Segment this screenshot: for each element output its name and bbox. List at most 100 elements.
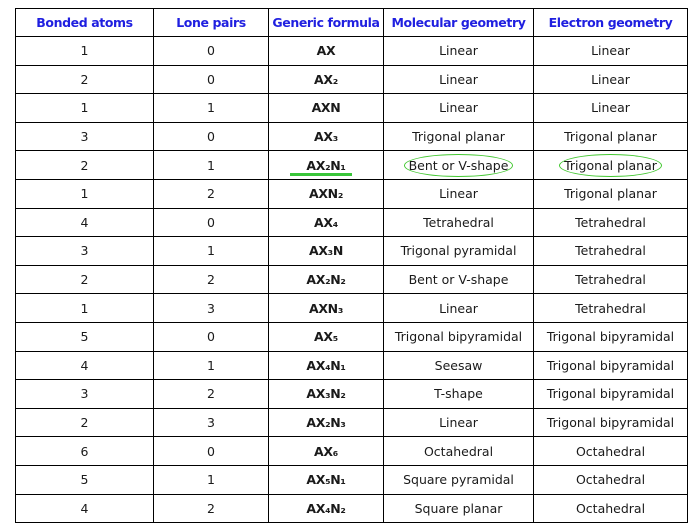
molecular-geometry-cell: Seesaw <box>383 350 534 381</box>
bonded-atoms-cell: 5 <box>15 464 154 495</box>
lone-pairs-cell: 2 <box>153 493 269 524</box>
molecular-geometry-cell: Linear <box>383 178 534 209</box>
lone-pairs-cell-text: 1 <box>207 243 215 259</box>
electron-geometry-cell-text: Linear <box>591 71 630 87</box>
lone-pairs-cell: 0 <box>153 207 269 238</box>
molecular-geometry-cell: Bent or V-shape <box>383 264 534 295</box>
header-molecular-geometry: Molecular geometry <box>383 8 534 37</box>
molecular-geometry-cell: Trigonal bipyramidal <box>383 321 534 352</box>
generic-formula-cell-text: AX₃N₂ <box>306 386 346 402</box>
bonded-atoms-cell: 2 <box>15 264 154 295</box>
generic-formula-cell-text: AX₂N₃ <box>306 415 346 431</box>
electron-geometry-cell: Trigonal bipyramidal <box>533 350 688 381</box>
electron-geometry-cell-text: Octahedral <box>575 443 646 459</box>
bonded-atoms-cell: 1 <box>15 36 154 66</box>
molecular-geometry-cell-text: Trigonal pyramidal <box>400 243 517 259</box>
lone-pairs-cell-text: 1 <box>207 157 215 173</box>
molecular-geometry-cell-text: Linear <box>439 300 478 316</box>
generic-formula-cell-text: AX₂N₁ <box>306 157 346 173</box>
electron-geometry-cell: Octahedral <box>533 436 688 466</box>
electron-geometry-cell: Tetrahedral <box>533 293 688 323</box>
molecular-geometry-cell-text: Square pyramidal <box>403 472 514 488</box>
generic-formula-cell-text: AX₃ <box>314 129 338 145</box>
lone-pairs-cell: 0 <box>153 436 269 466</box>
bonded-atoms-cell-text: 2 <box>80 272 89 288</box>
lone-pairs-cell-text: 0 <box>207 129 215 145</box>
lone-pairs-cell-text: 2 <box>207 272 215 288</box>
bonded-atoms-cell-text: 5 <box>80 472 89 488</box>
bonded-atoms-cell-text: 1 <box>80 300 89 316</box>
lone-pairs-cell-text: 1 <box>207 357 215 373</box>
generic-formula-cell: AX₅ <box>268 321 384 352</box>
lone-pairs-cell-text: 3 <box>207 415 215 431</box>
lone-pairs-cell-text: 2 <box>207 386 215 402</box>
generic-formula-cell: AXN₂ <box>268 178 384 209</box>
bonded-atoms-cell: 2 <box>15 64 154 95</box>
bonded-atoms-cell: 6 <box>15 436 154 466</box>
bonded-atoms-cell-text: 5 <box>80 329 89 345</box>
generic-formula-cell-text: AX₃N <box>308 243 344 259</box>
generic-formula-cell: AX₆ <box>268 436 384 466</box>
table-row: 3 2 AX₃N₂ T-shape Trigonal bipyramidal <box>15 379 688 409</box>
generic-formula-cell-text: AX <box>316 43 336 59</box>
electron-geometry-cell-text: Tetrahedral <box>575 272 646 288</box>
lone-pairs-cell-text: 1 <box>207 100 215 116</box>
lone-pairs-cell: 3 <box>153 293 269 323</box>
table-row: 1 2 AXN₂ Linear Trigonal planar <box>15 178 688 209</box>
lone-pairs-cell-text: 0 <box>207 329 215 345</box>
bonded-atoms-cell-text: 2 <box>80 415 89 431</box>
bonded-atoms-cell: 4 <box>15 493 154 524</box>
molecular-geometry-cell: Bent or V-shape <box>383 150 534 180</box>
bonded-atoms-cell-text: 4 <box>80 357 89 373</box>
table-row: 4 1 AX₄N₁ Seesaw Trigonal bipyramidal <box>15 350 688 381</box>
electron-geometry-cell-text: Trigonal bipyramidal <box>546 386 675 402</box>
bonded-atoms-cell-text: 4 <box>80 214 89 230</box>
bonded-atoms-cell: 2 <box>15 407 154 438</box>
electron-geometry-cell: Trigonal planar <box>533 178 688 209</box>
molecular-geometry-cell: Linear <box>383 407 534 438</box>
header-lone-pairs: Lone pairs <box>153 8 269 37</box>
bonded-atoms-cell: 3 <box>15 121 154 152</box>
molecular-geometry-cell: Octahedral <box>383 436 534 466</box>
molecular-geometry-cell: Linear <box>383 64 534 95</box>
bonded-atoms-cell: 5 <box>15 321 154 352</box>
bonded-atoms-cell-text: 1 <box>80 43 89 59</box>
electron-geometry-cell: Tetrahedral <box>533 264 688 295</box>
table-row: 2 0 AX₂ Linear Linear <box>15 64 688 95</box>
molecular-geometry-cell-text: Linear <box>439 100 478 116</box>
bonded-atoms-cell-text: 1 <box>80 100 89 116</box>
molecular-geometry-cell: Tetrahedral <box>383 207 534 238</box>
table-row: 3 0 AX₃ Trigonal planar Trigonal planar <box>15 121 688 152</box>
lone-pairs-cell: 2 <box>153 178 269 209</box>
molecular-geometry-cell-text: Tetrahedral <box>423 214 494 230</box>
molecular-geometry-cell-text: Trigonal planar <box>412 129 505 145</box>
generic-formula-cell-text: AX₅ <box>314 329 338 345</box>
generic-formula-cell: AX₄N₂ <box>268 493 384 524</box>
lone-pairs-cell-text: 0 <box>207 214 215 230</box>
generic-formula-cell: AX₃ <box>268 121 384 152</box>
electron-geometry-cell: Trigonal bipyramidal <box>533 321 688 352</box>
electron-geometry-cell: Linear <box>533 93 688 123</box>
table-row: 5 1 AX₅N₁ Square pyramidal Octahedral <box>15 464 688 495</box>
lone-pairs-cell: 0 <box>153 36 269 66</box>
bonded-atoms-cell-text: 3 <box>80 129 89 145</box>
lone-pairs-cell: 1 <box>153 236 269 266</box>
electron-geometry-cell: Trigonal bipyramidal <box>533 379 688 409</box>
generic-formula-cell-text: AX₂ <box>314 71 338 87</box>
bonded-atoms-cell: 1 <box>15 93 154 123</box>
table-row: 1 1 AXN Linear Linear <box>15 93 688 123</box>
molecular-geometry-cell-text: Linear <box>439 71 478 87</box>
lone-pairs-cell-text: 1 <box>207 472 215 488</box>
electron-geometry-cell-text: Trigonal bipyramidal <box>546 329 675 345</box>
lone-pairs-cell: 2 <box>153 379 269 409</box>
bonded-atoms-cell-text: 2 <box>80 71 89 87</box>
molecular-geometry-cell: Square planar <box>383 493 534 524</box>
molecular-geometry-cell: Trigonal planar <box>383 121 534 152</box>
molecular-geometry-cell: Square pyramidal <box>383 464 534 495</box>
generic-formula-cell-text: AX₄N₁ <box>306 357 346 373</box>
lone-pairs-cell: 1 <box>153 150 269 180</box>
generic-formula-cell-text: AX₄N₂ <box>306 500 346 516</box>
electron-geometry-cell-text: Octahedral <box>575 500 646 516</box>
bonded-atoms-cell-text: 3 <box>80 386 89 402</box>
bonded-atoms-cell: 4 <box>15 350 154 381</box>
